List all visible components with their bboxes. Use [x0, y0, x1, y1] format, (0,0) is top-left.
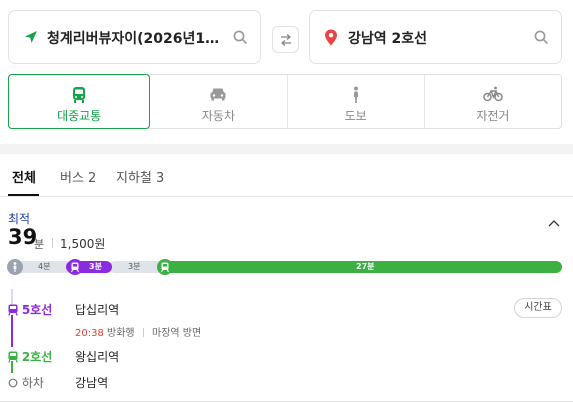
- destination-field[interactable]: 강남역 2호선: [309, 10, 562, 64]
- subway-icon: [8, 351, 18, 366]
- navigation-arrow-icon: [23, 29, 39, 49]
- mode-label: 대중교통: [57, 109, 102, 123]
- circle-icon: [8, 377, 18, 391]
- route-filter-tabs: 전체 버스 2 지하철 3: [0, 154, 573, 197]
- station-name: 답십리역: [75, 303, 120, 317]
- mode-label: 도보: [344, 109, 367, 123]
- search-header: 청계리버뷰자이(2026년12월입주예정) 강남역 2호선 대중교통: [0, 0, 573, 144]
- line-name: 2호선: [21, 350, 53, 364]
- mode-public-transit[interactable]: 대중교통: [8, 74, 151, 129]
- line2-duration: 27분: [356, 262, 375, 271]
- bicycle-icon: [483, 86, 503, 106]
- route-card[interactable]: 최적 39 분 1,500원 4분 3분 3분 27분 5호선 답십리역 시간표: [0, 197, 573, 402]
- tab-all[interactable]: 전체: [12, 167, 36, 186]
- bus-icon: [71, 86, 87, 108]
- line-name: 5호선: [21, 303, 53, 317]
- departure-info: 20:38 방화행 마장역 방면: [75, 324, 201, 339]
- platform-direction: 마장역 방면: [152, 328, 202, 339]
- walk-icon: [7, 259, 23, 275]
- divider: [142, 328, 144, 337]
- line5-connector: [11, 315, 13, 347]
- subway-icon: [157, 259, 173, 275]
- step-line2: 2호선: [8, 348, 52, 366]
- location-pin-icon: [324, 29, 338, 50]
- train-direction: 방화행: [107, 328, 135, 339]
- mode-label: 자동차: [201, 109, 235, 123]
- mode-walk[interactable]: 도보: [286, 75, 424, 128]
- line2-connector: [11, 361, 13, 373]
- search-icon[interactable]: [534, 30, 549, 49]
- tab-bus[interactable]: 버스 2: [60, 167, 96, 186]
- tab-subway[interactable]: 지하철 3: [116, 167, 164, 186]
- station-name: 강남역: [75, 376, 109, 390]
- travel-time: 39: [8, 225, 38, 249]
- swap-button[interactable]: [272, 26, 299, 53]
- origin-field[interactable]: 청계리버뷰자이(2026년12월입주예정): [8, 10, 261, 64]
- car-icon: [209, 86, 227, 106]
- wait-duration: 3분: [128, 262, 141, 271]
- mode-bicycle[interactable]: 자전거: [423, 75, 561, 128]
- step-line5: 5호선: [8, 301, 52, 319]
- departure-time: 20:38: [75, 328, 104, 339]
- line5-duration: 3분: [89, 262, 102, 271]
- subway-icon: [8, 304, 18, 319]
- transport-mode-tabs: 대중교통 자동차 도보 자전거: [8, 74, 562, 129]
- station-name: 왕십리역: [75, 350, 120, 364]
- mode-label: 자전거: [476, 109, 510, 123]
- divider: [52, 238, 53, 248]
- section-divider: [0, 144, 573, 154]
- origin-text: 청계리버뷰자이(2026년12월입주예정): [47, 31, 225, 47]
- search-icon[interactable]: [233, 30, 248, 49]
- travel-time-unit: 분: [34, 238, 45, 251]
- alight-label: 하차: [21, 376, 44, 390]
- timetable-button[interactable]: 시간표: [514, 298, 562, 318]
- fare: 1,500원: [60, 237, 106, 251]
- walk-icon: [349, 86, 363, 108]
- active-tab-indicator: [8, 194, 39, 196]
- destination-text: 강남역 2호선: [348, 31, 428, 47]
- mode-car[interactable]: 자동차: [149, 75, 286, 128]
- route-timeline: 4분 3분 3분 27분: [7, 259, 562, 275]
- walk-duration: 4분: [38, 262, 51, 271]
- step-alight: 하차: [8, 374, 44, 391]
- subway-icon: [67, 259, 83, 275]
- chevron-up-icon[interactable]: [548, 212, 560, 231]
